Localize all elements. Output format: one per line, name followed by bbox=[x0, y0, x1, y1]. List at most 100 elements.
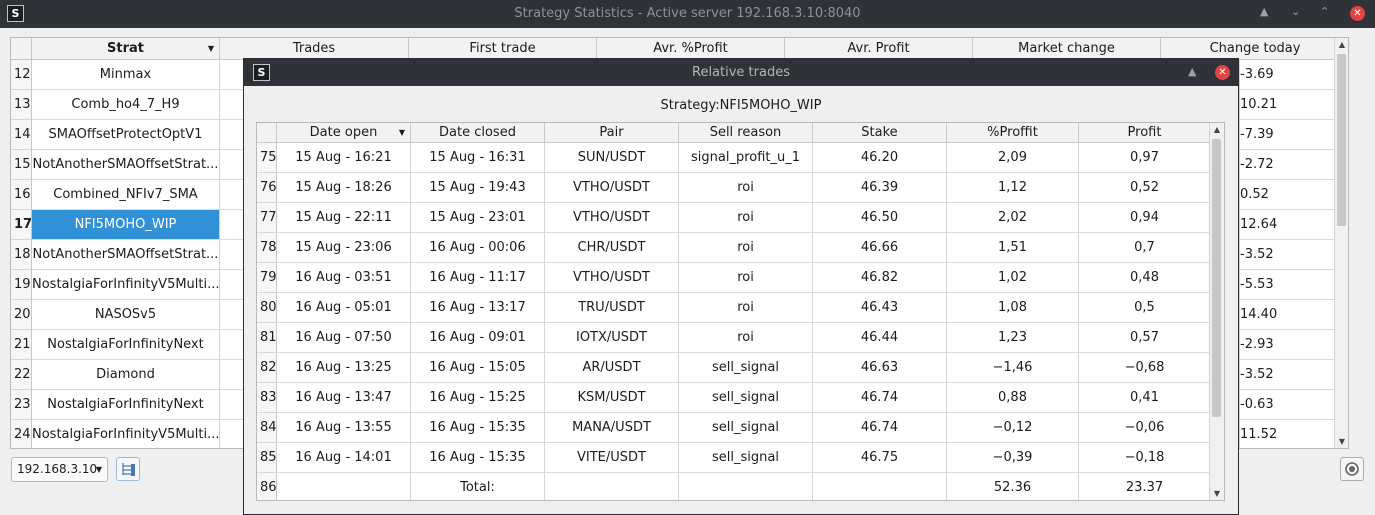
profit-cell[interactable]: 0,94 bbox=[1079, 203, 1211, 233]
strategy-name-cell[interactable]: NostalgiaForInfinityV5Multi... bbox=[32, 420, 220, 448]
date-open-cell[interactable]: 15 Aug - 23:06 bbox=[277, 233, 411, 263]
strategy-name-cell[interactable]: Minmax bbox=[32, 60, 220, 90]
strategy-name-cell[interactable]: NostalgiaForInfinityNext bbox=[32, 390, 220, 420]
sell-reason-cell[interactable]: sell_signal bbox=[679, 413, 813, 443]
date-closed-cell[interactable]: 16 Aug - 15:05 bbox=[411, 353, 545, 383]
column-header-date-open[interactable]: Date open ▼ bbox=[277, 123, 411, 143]
table-row[interactable]: 86 Total: 52.36 23.37 bbox=[257, 473, 1211, 500]
stake-cell[interactable]: 46.50 bbox=[813, 203, 947, 233]
date-closed-cell[interactable]: 16 Aug - 15:35 bbox=[411, 443, 545, 473]
table-row[interactable]: 80 16 Aug - 05:01 16 Aug - 13:17 TRU/USDT ro… bbox=[257, 293, 1211, 323]
strategy-name-cell[interactable]: NFI5MOHO_WIP bbox=[32, 210, 220, 240]
strategy-name-cell[interactable]: NostalgiaForInfinityNext bbox=[32, 330, 220, 360]
profit-cell[interactable]: −0,68 bbox=[1079, 353, 1211, 383]
column-header-pair[interactable]: Pair bbox=[545, 123, 679, 143]
pct-profit-cell[interactable]: −1,46 bbox=[947, 353, 1079, 383]
pair-cell[interactable]: VTHO/USDT bbox=[545, 203, 679, 233]
table-row[interactable]: 79 16 Aug - 03:51 16 Aug - 11:17 VTHO/USDT r… bbox=[257, 263, 1211, 293]
profit-cell[interactable]: −0,18 bbox=[1079, 443, 1211, 473]
strategy-name-cell[interactable]: NotAnotherSMAOffsetStrat... bbox=[32, 240, 220, 270]
pct-profit-cell[interactable]: 2,09 bbox=[947, 143, 1079, 173]
date-open-cell[interactable]: 16 Aug - 03:51 bbox=[277, 263, 411, 293]
date-closed-cell[interactable]: 16 Aug - 15:35 bbox=[411, 413, 545, 443]
pair-cell[interactable]: TRU/USDT bbox=[545, 293, 679, 323]
pair-cell[interactable]: VITE/USDT bbox=[545, 443, 679, 473]
pct-profit-cell[interactable]: 1,02 bbox=[947, 263, 1079, 293]
close-icon[interactable]: ✕ bbox=[1215, 65, 1230, 80]
pair-cell[interactable]: SUN/USDT bbox=[545, 143, 679, 173]
sell-reason-cell[interactable]: roi bbox=[679, 203, 813, 233]
pct-profit-cell[interactable]: 2,02 bbox=[947, 203, 1079, 233]
table-row[interactable]: 81 16 Aug - 07:50 16 Aug - 09:01 IOTX/USDT r… bbox=[257, 323, 1211, 353]
column-header-avr-profit[interactable]: Avr. Profit bbox=[785, 38, 973, 60]
sell-reason-cell[interactable]: signal_profit_u_1 bbox=[679, 143, 813, 173]
strategy-name-cell[interactable]: Combined_NFIv7_SMA bbox=[32, 180, 220, 210]
change-today-cell[interactable]: -2.93 bbox=[1239, 330, 1348, 360]
pct-profit-cell[interactable]: −0,39 bbox=[947, 443, 1079, 473]
sell-reason-cell[interactable]: roi bbox=[679, 323, 813, 353]
maximize-icon[interactable]: ⌃ bbox=[1320, 5, 1329, 18]
stake-cell[interactable]: 46.63 bbox=[813, 353, 947, 383]
date-open-cell[interactable] bbox=[277, 473, 411, 500]
profit-cell[interactable]: 0,5 bbox=[1079, 293, 1211, 323]
profit-cell[interactable]: 0,41 bbox=[1079, 383, 1211, 413]
sell-reason-cell[interactable]: roi bbox=[679, 263, 813, 293]
change-today-cell[interactable]: -2.72 bbox=[1239, 150, 1348, 180]
table-row[interactable]: 78 15 Aug - 23:06 16 Aug - 00:06 CHR/USDT ro… bbox=[257, 233, 1211, 263]
date-closed-cell[interactable]: 15 Aug - 16:31 bbox=[411, 143, 545, 173]
pair-cell[interactable] bbox=[545, 473, 679, 500]
sell-reason-cell[interactable]: sell_signal bbox=[679, 443, 813, 473]
pair-cell[interactable]: MANA/USDT bbox=[545, 413, 679, 443]
strategy-name-cell[interactable]: NotAnotherSMAOffsetStrat... bbox=[32, 150, 220, 180]
date-open-cell[interactable]: 16 Aug - 05:01 bbox=[277, 293, 411, 323]
pair-cell[interactable]: VTHO/USDT bbox=[545, 173, 679, 203]
close-icon[interactable]: ✕ bbox=[1350, 6, 1365, 21]
table-row[interactable]: 85 16 Aug - 14:01 16 Aug - 15:35 VITE/USDT s… bbox=[257, 443, 1211, 473]
date-closed-cell[interactable]: 16 Aug - 00:06 bbox=[411, 233, 545, 263]
stake-cell[interactable]: 46.66 bbox=[813, 233, 947, 263]
strategy-name-cell[interactable]: Comb_ho4_7_H9 bbox=[32, 90, 220, 120]
stake-cell[interactable]: 46.39 bbox=[813, 173, 947, 203]
column-header-sell-reason[interactable]: Sell reason bbox=[679, 123, 813, 143]
scroll-thumb[interactable] bbox=[1212, 139, 1221, 417]
sell-reason-cell[interactable]: sell_signal bbox=[679, 383, 813, 413]
dialog-table-scrollbar[interactable]: ▲ ▼ bbox=[1209, 123, 1224, 500]
minimize-icon[interactable]: ⌄ bbox=[1291, 5, 1300, 18]
column-header-market-change[interactable]: Market change bbox=[973, 38, 1161, 60]
relative-trades-table[interactable]: Date open ▼ Date closed Pair Sell reason … bbox=[256, 122, 1225, 501]
date-open-cell[interactable]: 15 Aug - 22:11 bbox=[277, 203, 411, 233]
column-header-date-closed[interactable]: Date closed bbox=[411, 123, 545, 143]
profit-cell[interactable]: 0,48 bbox=[1079, 263, 1211, 293]
change-today-cell[interactable]: -3.52 bbox=[1239, 240, 1348, 270]
pair-cell[interactable]: KSM/USDT bbox=[545, 383, 679, 413]
change-today-cell[interactable]: 11.52 bbox=[1239, 420, 1348, 448]
date-open-cell[interactable]: 16 Aug - 13:55 bbox=[277, 413, 411, 443]
date-open-cell[interactable]: 16 Aug - 07:50 bbox=[277, 323, 411, 353]
pct-profit-cell[interactable]: 1,23 bbox=[947, 323, 1079, 353]
profit-cell[interactable]: 0,57 bbox=[1079, 323, 1211, 353]
column-header-stake[interactable]: Stake bbox=[813, 123, 947, 143]
stake-cell[interactable]: 46.75 bbox=[813, 443, 947, 473]
profit-cell[interactable]: −0,06 bbox=[1079, 413, 1211, 443]
table-row[interactable]: 83 16 Aug - 13:47 16 Aug - 15:25 KSM/USDT se… bbox=[257, 383, 1211, 413]
date-open-cell[interactable]: 16 Aug - 13:25 bbox=[277, 353, 411, 383]
date-closed-cell[interactable]: 16 Aug - 11:17 bbox=[411, 263, 545, 293]
table-scrollbar[interactable]: ▲ ▼ bbox=[1334, 38, 1348, 448]
column-header-trades[interactable]: Trades bbox=[220, 38, 409, 60]
change-today-cell[interactable]: -7.39 bbox=[1239, 120, 1348, 150]
scroll-up-icon[interactable]: ▲ bbox=[1210, 125, 1224, 134]
date-closed-cell[interactable]: 16 Aug - 13:17 bbox=[411, 293, 545, 323]
stake-cell[interactable]: 46.44 bbox=[813, 323, 947, 353]
sell-reason-cell[interactable]: roi bbox=[679, 233, 813, 263]
date-closed-cell[interactable]: Total: bbox=[411, 473, 545, 500]
pair-cell[interactable]: CHR/USDT bbox=[545, 233, 679, 263]
column-header-avr-pct-profit[interactable]: Avr. %Profit bbox=[597, 38, 785, 60]
table-row[interactable]: 82 16 Aug - 13:25 16 Aug - 15:05 AR/USDT sel… bbox=[257, 353, 1211, 383]
stake-cell[interactable]: 46.74 bbox=[813, 413, 947, 443]
sell-reason-cell[interactable] bbox=[679, 473, 813, 500]
sell-reason-cell[interactable]: sell_signal bbox=[679, 353, 813, 383]
change-today-cell[interactable]: 14.40 bbox=[1239, 300, 1348, 330]
profit-cell[interactable]: 0,7 bbox=[1079, 233, 1211, 263]
profit-cell[interactable]: 23.37 bbox=[1079, 473, 1211, 500]
stake-cell[interactable]: 46.74 bbox=[813, 383, 947, 413]
